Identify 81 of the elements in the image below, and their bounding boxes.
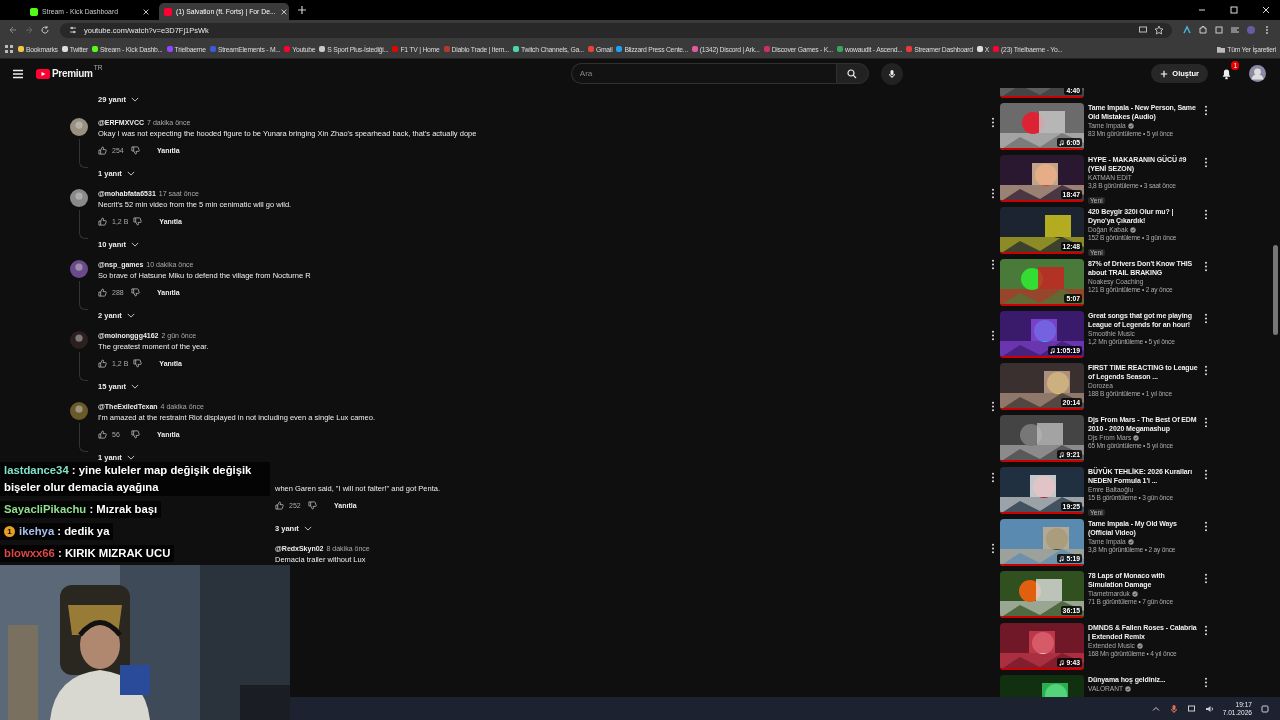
speaker-icon[interactable] [1204, 703, 1215, 714]
like-icon[interactable] [275, 500, 284, 510]
thread-line [79, 281, 88, 310]
more-options-icon[interactable] [1204, 261, 1208, 272]
display-icon[interactable] [1186, 703, 1197, 714]
microphone-icon [886, 68, 897, 79]
more-options-icon[interactable] [991, 543, 995, 554]
thread-line [79, 352, 88, 381]
more-options-icon[interactable] [1204, 573, 1208, 584]
chevron-down-icon [303, 525, 312, 531]
more-options-icon[interactable] [991, 330, 995, 341]
scrollbar-thumb[interactable] [1273, 245, 1278, 335]
reload-icon[interactable] [40, 25, 50, 35]
search-field[interactable]: Ara [570, 63, 836, 84]
chevron-down-icon [126, 454, 135, 460]
chat-message: SayacliPikachu : Mızrak başı [4, 502, 158, 517]
dislike-icon[interactable] [131, 429, 140, 439]
avatar-icon[interactable] [1249, 65, 1266, 82]
apps-icon[interactable] [4, 44, 14, 54]
install-icon[interactable] [1138, 25, 1148, 35]
folder-icon [1217, 45, 1226, 53]
menu-icon[interactable] [12, 68, 24, 79]
thread-line [79, 423, 88, 452]
chat-message: ikehya : dedik ya [19, 524, 110, 539]
search-icon [847, 68, 858, 79]
search-button[interactable] [835, 63, 869, 84]
like-icon[interactable] [98, 216, 107, 226]
like-icon[interactable] [98, 287, 107, 297]
more-options-icon[interactable] [991, 117, 995, 128]
like-icon[interactable] [98, 429, 107, 439]
more-options-icon[interactable] [1204, 677, 1208, 688]
sidebar-icon[interactable] [1230, 25, 1240, 35]
more-options-icon[interactable] [1204, 365, 1208, 376]
dislike-icon[interactable] [308, 500, 317, 510]
close-icon[interactable] [279, 7, 288, 16]
more-options-icon[interactable] [1204, 209, 1208, 220]
maximize-icon[interactable] [1229, 5, 1239, 15]
more-options-icon[interactable] [991, 188, 995, 199]
more-options-icon[interactable] [1204, 469, 1208, 480]
chevron-down-icon [130, 383, 139, 389]
close-icon[interactable] [142, 7, 150, 16]
more-options-icon[interactable] [991, 259, 995, 270]
avatar-icon[interactable] [70, 118, 88, 136]
chat-badge: 1 [4, 526, 15, 537]
voice-search-button[interactable] [880, 62, 903, 85]
close-icon[interactable] [1261, 5, 1271, 15]
avatar-icon[interactable] [70, 189, 88, 207]
notification-icon[interactable] [1260, 703, 1270, 714]
chevron-down-icon [130, 241, 139, 247]
bell-icon[interactable] [1220, 67, 1233, 80]
site-info-icon[interactable] [68, 25, 78, 35]
more-options-icon[interactable] [1204, 521, 1208, 532]
chevron-down-icon [126, 170, 135, 176]
more-options-icon[interactable] [1204, 625, 1208, 636]
back-icon[interactable] [8, 25, 18, 35]
star-icon[interactable] [1154, 25, 1164, 35]
avatar-icon[interactable] [70, 260, 88, 278]
plus-icon [1160, 69, 1169, 78]
chat-message: blowxx66 : KIRIK MIZRAK UCU [4, 546, 171, 561]
dislike-icon[interactable] [131, 287, 140, 297]
chevron-down-icon [126, 312, 135, 318]
dislike-icon[interactable] [133, 358, 143, 368]
dislike-icon[interactable] [133, 216, 143, 226]
like-icon[interactable] [98, 358, 107, 368]
microphone-icon[interactable] [1168, 703, 1179, 714]
chevron-down-icon [130, 96, 139, 102]
thread-line [79, 210, 88, 239]
logo-text: Premium [52, 68, 93, 79]
dislike-icon[interactable] [131, 145, 140, 155]
more-options-icon[interactable] [1204, 157, 1208, 168]
new-tab-icon[interactable] [297, 5, 307, 15]
avatar-icon[interactable] [70, 402, 88, 420]
more-options-icon[interactable] [991, 401, 995, 412]
more-options-icon[interactable] [991, 472, 995, 483]
more-options-icon[interactable] [1204, 313, 1208, 324]
more-options-icon[interactable] [1204, 105, 1208, 116]
play-logo-icon [36, 68, 50, 79]
thread-line [79, 139, 88, 168]
more-options-icon[interactable] [1204, 417, 1208, 428]
like-icon[interactable] [98, 145, 107, 155]
chat-message: lastdance34 : yine kuleler map değişik değişik bişeler olur demacia ayağına [4, 463, 253, 495]
